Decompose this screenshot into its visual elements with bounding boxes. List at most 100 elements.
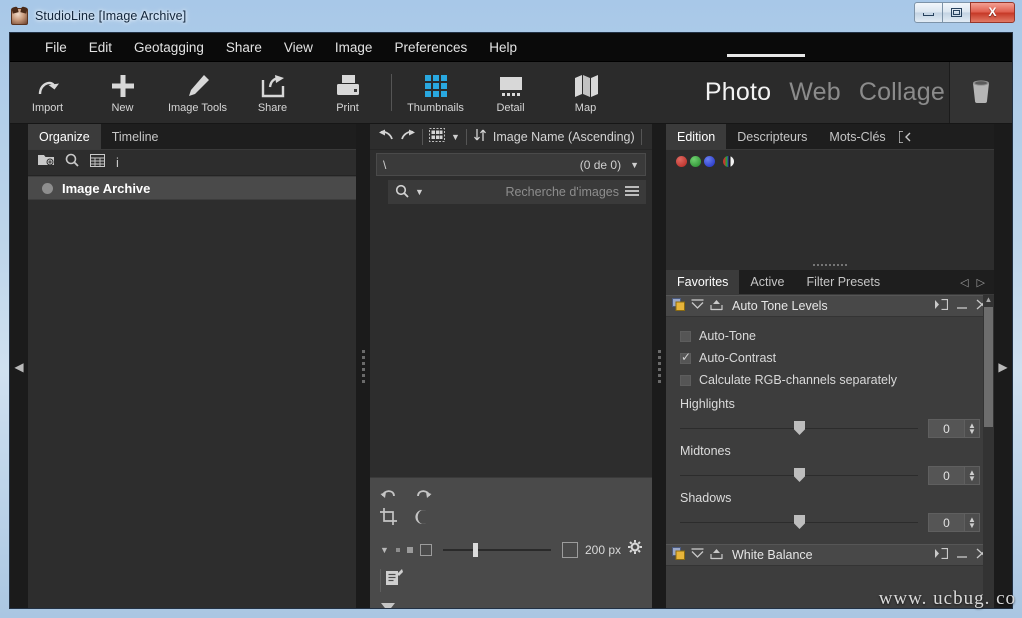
rotate-left-icon[interactable] (380, 487, 398, 508)
menu-geotagging[interactable]: Geotagging (123, 36, 215, 59)
red-channel-dot[interactable] (676, 156, 687, 167)
slider-thumb[interactable] (794, 421, 805, 435)
chevron-down-icon[interactable]: ▼ (415, 187, 424, 197)
search-icon[interactable] (65, 153, 79, 172)
tab-filter-presets[interactable]: Filter Presets (795, 270, 891, 294)
chevron-left-icon[interactable]: ◁ (960, 276, 968, 289)
expand-icon[interactable] (935, 548, 948, 562)
checkbox-row-calculate-rgb[interactable]: Calculate RGB-channels separately (666, 369, 994, 391)
toolbar-image-tools-button[interactable]: Image Tools (160, 62, 235, 123)
highlights-spinner[interactable]: 0 ▲▼ (928, 419, 980, 438)
left-collapse-handle[interactable]: ◀ (10, 124, 28, 609)
copy-icon[interactable] (672, 298, 685, 314)
checkbox-row-auto-contrast[interactable]: Auto-Contrast (666, 347, 994, 369)
close-button[interactable]: X (970, 2, 1015, 23)
rotate-right-icon[interactable] (414, 487, 432, 508)
right-collapse-handle[interactable]: ▶ (994, 124, 1012, 609)
trash-button[interactable] (949, 62, 1012, 123)
scroll-up-icon[interactable]: ▲ (983, 295, 994, 306)
tab-timeline[interactable]: Timeline (101, 124, 170, 149)
spinner-arrows-icon[interactable]: ▲▼ (964, 514, 979, 531)
highlights-slider[interactable] (680, 428, 918, 429)
new-folder-icon[interactable] (38, 153, 54, 172)
detach-panel-icon[interactable] (897, 124, 922, 149)
module-header-auto-tone-levels[interactable]: Auto Tone Levels (666, 295, 994, 317)
upload-icon[interactable] (710, 299, 723, 314)
search-icon[interactable] (395, 184, 409, 201)
toolbar-map-button[interactable]: Map (548, 62, 623, 123)
minimize-icon[interactable] (956, 299, 968, 313)
slider-thumb[interactable] (794, 468, 805, 482)
maximize-button[interactable] (942, 2, 971, 23)
blue-channel-dot[interactable] (704, 156, 715, 167)
info-icon[interactable]: i (116, 155, 119, 170)
redo-arrow-icon[interactable] (400, 128, 416, 145)
edition-preview-area[interactable] (666, 172, 994, 260)
search-input[interactable]: Recherche d'images (430, 185, 619, 199)
toolbar-new-button[interactable]: New (85, 62, 160, 123)
mode-photo[interactable]: Photo (705, 78, 771, 107)
search-box[interactable]: ▼ Recherche d'images (388, 180, 646, 204)
copy-icon[interactable] (672, 547, 685, 563)
toolbar-thumbnails-button[interactable]: Thumbnails (398, 62, 473, 123)
checkbox-row-auto-tone[interactable]: Auto-Tone (666, 325, 994, 347)
chevron-down-icon[interactable]: ▼ (630, 160, 639, 170)
right-pane-grip[interactable] (666, 260, 994, 270)
scrollbar-thumb[interactable] (984, 307, 993, 427)
expand-icon[interactable] (935, 299, 948, 313)
sort-updown-icon[interactable] (473, 128, 487, 145)
chevron-right-icon[interactable]: ▷ (977, 276, 985, 289)
menu-image[interactable]: Image (324, 36, 384, 59)
module-header-white-balance[interactable]: White Balance (666, 544, 994, 566)
selection-grid-icon[interactable] (429, 128, 445, 145)
tab-descripteurs[interactable]: Descripteurs (726, 124, 818, 149)
left-splitter[interactable] (356, 124, 370, 609)
calculate-rgb-checkbox[interactable] (680, 375, 691, 386)
tab-organize[interactable]: Organize (28, 124, 101, 149)
note-edit-icon[interactable] (385, 569, 403, 592)
slider-thumb[interactable] (473, 543, 478, 557)
toolbar-print-button[interactable]: Print (310, 62, 385, 123)
shadows-spinner[interactable]: 0 ▲▼ (928, 513, 980, 532)
menu-file[interactable]: File (34, 36, 78, 59)
collapse-icon[interactable] (691, 299, 704, 314)
tab-favorites[interactable]: Favorites (666, 270, 739, 294)
table-icon[interactable] (90, 154, 105, 172)
favorites-scrollbar[interactable]: ▲ (983, 295, 994, 609)
mode-collage[interactable]: Collage (859, 78, 945, 107)
contrast-dot[interactable] (723, 156, 734, 167)
auto-tone-checkbox[interactable] (680, 331, 691, 342)
mode-web[interactable]: Web (789, 78, 841, 107)
green-channel-dot[interactable] (690, 156, 701, 167)
crop-icon[interactable] (380, 508, 397, 530)
toolbar-import-button[interactable]: Import (10, 62, 85, 123)
path-bar[interactable]: \ (0 de 0) ▼ (376, 153, 646, 176)
thumbnail-area[interactable] (370, 204, 652, 477)
filter-funnel-icon[interactable] (380, 602, 396, 609)
menu-share[interactable]: Share (215, 36, 273, 59)
tab-mots-cles[interactable]: Mots-Clés (818, 124, 896, 149)
minimize-button[interactable] (914, 2, 943, 23)
tree-item-image-archive[interactable]: Image Archive (28, 176, 356, 200)
menu-edit[interactable]: Edit (78, 36, 123, 59)
spinner-arrows-icon[interactable]: ▲▼ (964, 467, 979, 484)
auto-contrast-checkbox[interactable] (680, 353, 691, 364)
slider-thumb[interactable] (794, 515, 805, 529)
toolbar-share-button[interactable]: Share (235, 62, 310, 123)
midtones-slider[interactable] (680, 475, 918, 476)
spinner-arrows-icon[interactable]: ▲▼ (964, 420, 979, 437)
contrast-moon-icon[interactable] (413, 509, 429, 530)
menu-help[interactable]: Help (478, 36, 528, 59)
shadows-slider[interactable] (680, 522, 918, 523)
thumbnail-size-slider[interactable] (443, 549, 551, 551)
menu-view[interactable]: View (273, 36, 324, 59)
minimize-icon[interactable] (956, 548, 968, 562)
tab-edition[interactable]: Edition (666, 124, 726, 149)
menu-preferences[interactable]: Preferences (383, 36, 478, 59)
collapse-icon[interactable] (691, 548, 704, 563)
hamburger-icon[interactable] (625, 185, 639, 200)
right-splitter[interactable] (652, 124, 666, 609)
size-caret-icon[interactable]: ▼ (380, 545, 389, 555)
view-dropdown-caret-icon[interactable]: ▼ (451, 132, 460, 142)
undo-arrow-icon[interactable] (378, 128, 394, 145)
